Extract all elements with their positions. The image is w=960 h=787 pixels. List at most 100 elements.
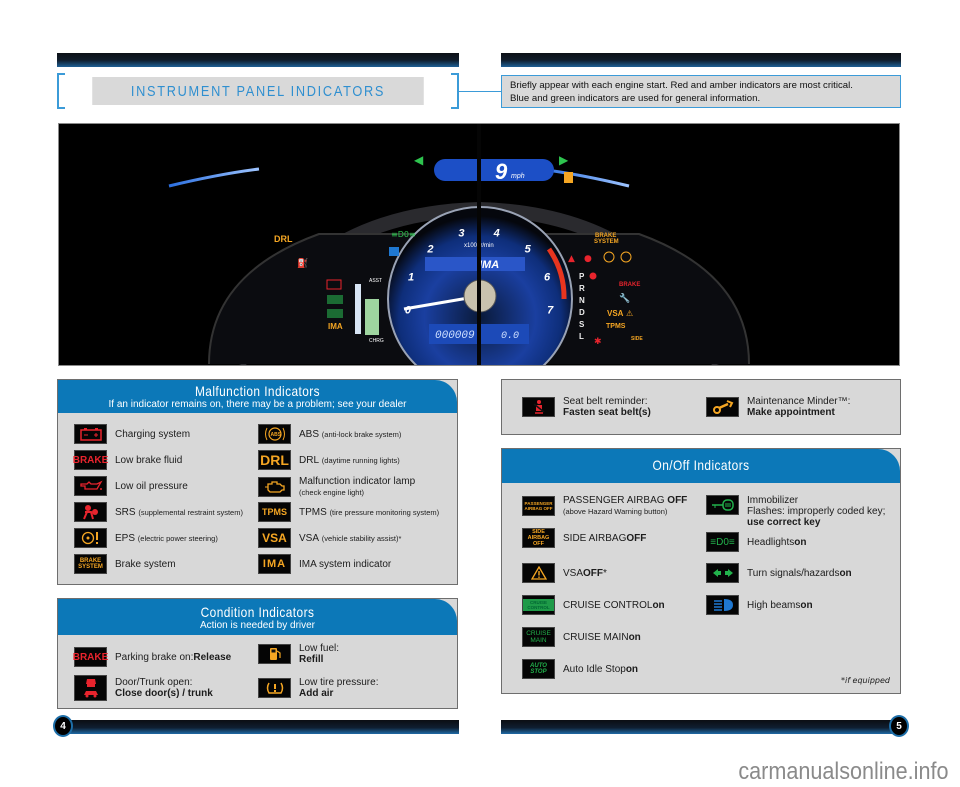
indicator-action: Refill bbox=[299, 654, 324, 665]
indicator-malfunction-lamp: Malfunction indicator lamp (check engine… bbox=[258, 476, 415, 498]
indicator-action: Close door(s) / trunk bbox=[115, 688, 213, 699]
indicator-note: (daytime running lights) bbox=[321, 455, 400, 465]
indicator-text: Door/Trunk open: Close door(s) / trunk bbox=[115, 677, 213, 699]
indicator-turn-signals: Turn signals/hazards on bbox=[706, 563, 852, 583]
immobilizer-key-icon bbox=[706, 495, 739, 515]
indicator-label: VSA bbox=[563, 567, 584, 579]
top-bar-left bbox=[57, 53, 459, 67]
indicator-label-line: PASSENGER AIRBAG OFF bbox=[563, 495, 687, 506]
indicator-low-fuel: Low fuel: Refill bbox=[258, 643, 339, 665]
fuel-pump-icon bbox=[564, 172, 573, 183]
check-engine-icon bbox=[258, 477, 291, 497]
indicator-label: High beams bbox=[747, 599, 801, 611]
indicator-state: on bbox=[800, 599, 813, 611]
indicator-label: Low brake fluid bbox=[115, 454, 183, 466]
indicator-note: * bbox=[603, 567, 607, 579]
indicator-seat-belt: Seat belt reminder: Fasten seat belt(s) bbox=[522, 396, 651, 418]
indicator-label: CRUISE CONTROL bbox=[563, 599, 653, 611]
gear-position: D bbox=[579, 308, 585, 317]
turn-right-arrow-icon: ▶ bbox=[559, 153, 569, 167]
intro-note-line2: Blue and green indicators are used for g… bbox=[510, 93, 761, 104]
gear-position: P bbox=[579, 272, 585, 281]
indicator-brake-system: BRAKE SYSTEM Brake system bbox=[74, 554, 176, 574]
indicator-label: EPS bbox=[115, 532, 136, 544]
indicator-label: Parking brake on: bbox=[115, 651, 194, 663]
seat-belt-glyph bbox=[533, 400, 544, 414]
indicator-text: Seat belt reminder: Fasten seat belt(s) bbox=[563, 396, 651, 418]
indicator-tpms: TPMS TPMS (tire pressure monitoring syst… bbox=[258, 502, 439, 522]
bracket-left bbox=[57, 73, 65, 109]
indicator-vsa-off: VSA OFF * bbox=[522, 563, 607, 583]
indicator-ima: IMA IMA system indicator bbox=[258, 554, 391, 574]
indicator-cruise-control: CRUISE CONTROL CRUISE CONTROL on bbox=[522, 595, 665, 615]
page-number-right: 5 bbox=[889, 715, 909, 737]
watermark: carmanualsonline.info bbox=[737, 758, 948, 785]
turn-signals-icon bbox=[706, 563, 739, 583]
vsa-off-warning-icon bbox=[522, 563, 555, 583]
high-beam-indicator bbox=[389, 247, 399, 256]
indicator-note: (vehicle stability assist)* bbox=[321, 533, 402, 543]
tach-tick-label: 1 bbox=[408, 271, 414, 283]
ima-badge-text: IMA bbox=[479, 259, 499, 271]
brake-indicator: BRAKE bbox=[619, 282, 640, 288]
page-title-box: INSTRUMENT PANEL INDICATORS bbox=[57, 73, 459, 109]
indicator-label: Auto Idle Stop bbox=[563, 663, 626, 675]
indicator-action: Add air bbox=[299, 688, 334, 699]
cruise-control-icon: CRUISE CONTROL bbox=[522, 595, 555, 615]
cruise-control-indicator bbox=[327, 309, 343, 318]
tach-tick-label: 2 bbox=[426, 244, 433, 256]
indicator-label: IMA system indicator bbox=[299, 558, 392, 570]
indicator-state: on bbox=[652, 599, 665, 611]
indicator-text: Malfunction indicator lamp (check engine… bbox=[299, 476, 415, 498]
ima-icon: IMA bbox=[258, 554, 291, 574]
auto-stop-icon: AUTO STOP bbox=[522, 659, 555, 679]
high-beams-icon bbox=[706, 595, 739, 615]
wrench-icon bbox=[706, 397, 739, 417]
indicator-side-airbag-off: SIDE AIRBAG OFF SIDE AIRBAG OFF bbox=[522, 528, 646, 548]
tpms-icon: TPMS bbox=[258, 502, 291, 522]
indicator-label: Brake system bbox=[115, 558, 176, 570]
cruise-main-indicator bbox=[327, 295, 343, 304]
passenger-airbag-off-icon: PASSENGER AIRBAG OFF bbox=[522, 496, 555, 516]
indicator-label: ABS bbox=[299, 428, 320, 440]
dashboard-photo: 9 mph ◀ ▶ IMA x1000r/min 01234567 000009… bbox=[58, 123, 900, 366]
vsa-off-indicator: ⚠ bbox=[626, 309, 633, 318]
indicator-low-oil-pressure: Low oil pressure bbox=[74, 476, 188, 496]
indicator-high-beams: High beams on bbox=[706, 595, 813, 615]
indicator-cruise-main: CRUISE MAIN CRUISE MAIN on bbox=[522, 627, 641, 647]
title-connector bbox=[459, 91, 501, 92]
indicator-label: SIDE AIRBAG bbox=[563, 532, 627, 544]
indicator-label: VSA bbox=[299, 532, 320, 544]
steering-glyph bbox=[81, 531, 98, 545]
indicator-label: PASSENGER AIRBAG bbox=[563, 495, 668, 506]
indicator-low-brake-fluid: BRAKE Low brake fluid bbox=[73, 450, 183, 470]
airbag-glyph bbox=[82, 505, 98, 520]
trunk-open-indicator: ▲ bbox=[568, 254, 575, 264]
headlights-icon: ≡D0≡ bbox=[706, 532, 739, 552]
asst-label: ASST bbox=[369, 278, 382, 284]
malfunction-panel: Malfunction Indicators If an indicator r… bbox=[57, 379, 458, 585]
tach-tick-label: 3 bbox=[458, 228, 464, 240]
side-airbag-off-icon: SIDE AIRBAG OFF bbox=[522, 528, 555, 548]
indicator-note: (tire pressure monitoring system) bbox=[329, 507, 440, 517]
photo-divider bbox=[477, 124, 481, 365]
indicator-note: (supplemental restraint system) bbox=[138, 507, 243, 517]
indicator-state: on bbox=[839, 567, 852, 579]
indicator-state: on bbox=[625, 663, 639, 675]
oil-indicator: ⛽ bbox=[297, 257, 308, 269]
instrument-cluster-illustration: 9 mph ◀ ▶ IMA x1000r/min 01234567 000009… bbox=[168, 124, 750, 365]
indicator-label: TPMS bbox=[299, 506, 327, 518]
onoff-title: On/Off Indicators bbox=[652, 457, 750, 473]
indicator-label: Immobilizer bbox=[747, 495, 799, 506]
malfunction-subtitle: If an indicator remains on, there may be… bbox=[108, 399, 407, 410]
oil-can-glyph bbox=[79, 480, 103, 490]
fuel-pump-glyph bbox=[269, 648, 281, 660]
tach-tick-label: 6 bbox=[544, 271, 551, 283]
indicator-label: Low fuel: bbox=[299, 643, 340, 654]
tach-tick-label: 7 bbox=[547, 305, 554, 317]
indicator-passenger-airbag-off: PASSENGER AIRBAG OFF PASSENGER AIRBAG OF… bbox=[522, 495, 687, 517]
malfunction-header: Malfunction Indicators If an indicator r… bbox=[58, 380, 457, 413]
indicator-maintenance-minder: Maintenance Minder™: Make appointment bbox=[706, 396, 850, 418]
indicator-text: Immobilizer Flashes: improperly coded ke… bbox=[747, 495, 885, 528]
car-door-glyph bbox=[83, 679, 98, 698]
